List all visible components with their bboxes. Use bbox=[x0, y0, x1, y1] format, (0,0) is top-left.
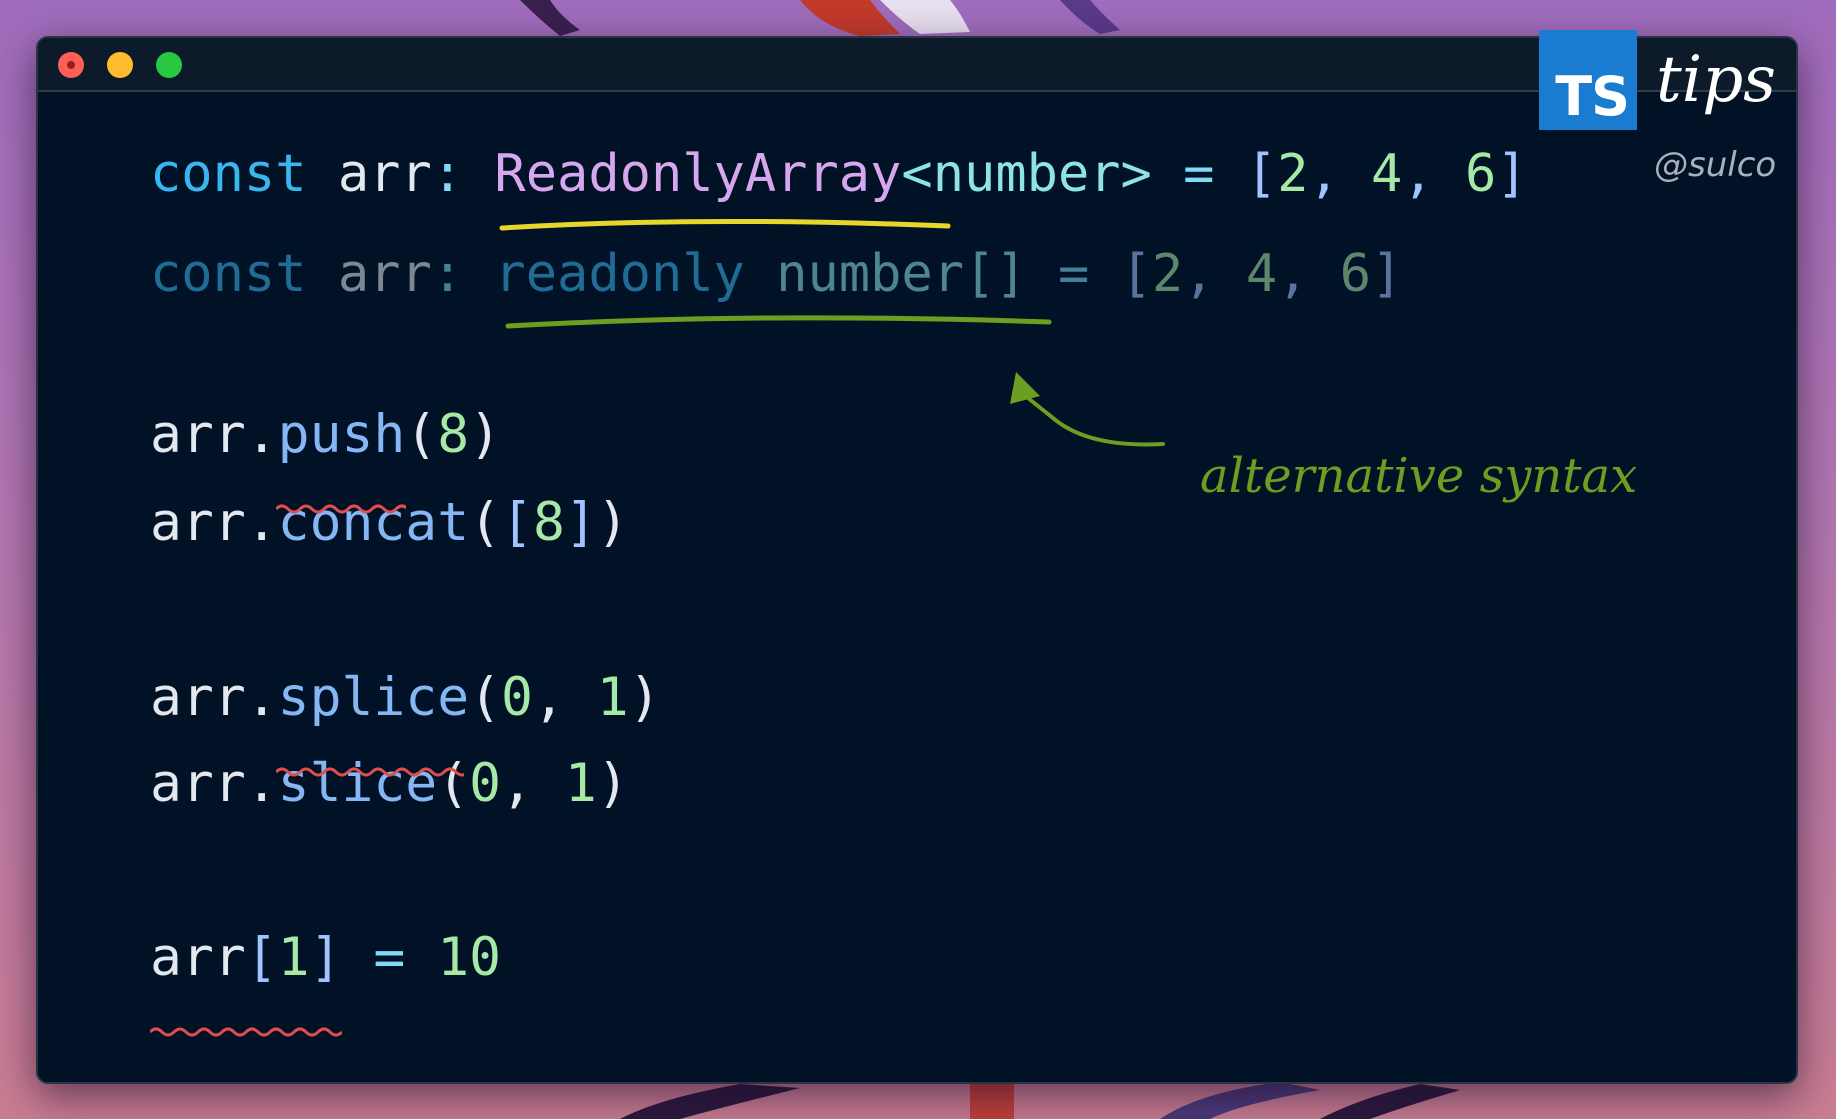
type-number-array: number[] bbox=[776, 244, 1027, 304]
number-literal: 1 bbox=[277, 927, 310, 988]
annotation-arrow bbox=[1010, 372, 1165, 447]
maximize-window-button[interactable] bbox=[156, 52, 182, 78]
colon: : bbox=[431, 244, 464, 304]
comma: , bbox=[1308, 144, 1340, 204]
comma: , bbox=[1277, 244, 1309, 304]
comma: , bbox=[1183, 244, 1215, 304]
variable-arr: arr bbox=[337, 244, 432, 304]
open-paren: ( bbox=[469, 492, 502, 553]
code-line-readonlyarray: const arr: ReadonlyArray<number> = [2, 4… bbox=[150, 148, 1528, 200]
error-squiggle-index-assign bbox=[150, 1027, 342, 1037]
ts-logo: TS bbox=[1539, 30, 1637, 130]
array-close-bracket: ] bbox=[1371, 244, 1403, 304]
close-window-button[interactable] bbox=[58, 52, 84, 78]
array-open-bracket: [ bbox=[1120, 244, 1152, 304]
equals-sign: = bbox=[1183, 144, 1215, 204]
number-literal: 2 bbox=[1151, 244, 1184, 304]
code-line-concat: arr.concat([8]) bbox=[150, 496, 629, 549]
comma: , bbox=[501, 753, 533, 814]
close-paren: ) bbox=[469, 404, 502, 465]
variable-arr: arr bbox=[150, 753, 246, 814]
open-paren: ( bbox=[405, 404, 438, 465]
method-concat: concat bbox=[277, 492, 470, 553]
underline-readonly-alt bbox=[505, 315, 1052, 329]
number-literal: 8 bbox=[532, 492, 565, 553]
method-push: push bbox=[277, 404, 406, 465]
dot: . bbox=[245, 404, 278, 465]
variable-arr: arr bbox=[337, 144, 432, 204]
colon: : bbox=[431, 144, 464, 204]
dot: . bbox=[245, 667, 278, 728]
brand-title: tips bbox=[1656, 43, 1776, 117]
code-line-index-assign: arr[1] = 10 bbox=[150, 931, 501, 984]
code-line-push: arr.push(8) bbox=[150, 408, 501, 461]
array-open-bracket: [ bbox=[501, 492, 533, 553]
number-literal: 6 bbox=[1339, 244, 1372, 304]
equals-sign: = bbox=[373, 927, 406, 988]
keyword-const: const bbox=[150, 244, 307, 304]
number-literal: 4 bbox=[1245, 244, 1278, 304]
number-literal: 2 bbox=[1277, 144, 1309, 204]
array-open-bracket: [ bbox=[1245, 144, 1278, 204]
array-close-bracket: ] bbox=[564, 492, 597, 553]
code-line-slice: arr.slice(0, 1) bbox=[150, 757, 629, 810]
code-line-readonly-alt: const arr: readonly number[] = [2, 4, 6] bbox=[150, 248, 1402, 300]
dot: . bbox=[245, 753, 278, 814]
comma: , bbox=[1402, 144, 1434, 204]
dot: . bbox=[245, 492, 278, 553]
number-literal: 0 bbox=[469, 753, 502, 814]
open-paren: ( bbox=[437, 753, 470, 814]
index-close-bracket: ] bbox=[309, 927, 342, 988]
close-paren: ) bbox=[596, 492, 629, 553]
method-slice: slice bbox=[277, 753, 438, 814]
close-paren: ) bbox=[596, 753, 629, 814]
keyword-readonly: readonly bbox=[494, 244, 745, 304]
index-open-bracket: [ bbox=[245, 927, 278, 988]
variable-arr: arr bbox=[150, 927, 246, 988]
background-plant-top bbox=[520, 0, 1120, 36]
equals-sign: = bbox=[1057, 244, 1090, 304]
number-literal: 0 bbox=[501, 667, 533, 728]
code-window: const arr: ReadonlyArray<number> = [2, 4… bbox=[36, 36, 1798, 1084]
comma: , bbox=[532, 667, 565, 728]
author-handle: @sulco bbox=[1654, 145, 1777, 185]
type-generic-number: <number> bbox=[901, 144, 1152, 204]
variable-arr: arr bbox=[150, 667, 246, 728]
number-literal: 4 bbox=[1371, 144, 1403, 204]
array-close-bracket: ] bbox=[1496, 144, 1528, 204]
number-literal: 1 bbox=[564, 753, 597, 814]
variable-arr: arr bbox=[150, 492, 246, 553]
method-splice: splice bbox=[277, 667, 470, 728]
open-paren: ( bbox=[469, 667, 502, 728]
code-line-splice: arr.splice(0, 1) bbox=[150, 671, 661, 724]
number-literal: 1 bbox=[596, 667, 629, 728]
keyword-const: const bbox=[150, 144, 307, 204]
minimize-window-button[interactable] bbox=[107, 52, 133, 78]
number-literal: 8 bbox=[437, 404, 470, 465]
background-plant-bottom bbox=[620, 1078, 1460, 1119]
close-paren: ) bbox=[628, 667, 661, 728]
underline-readonlyarray bbox=[499, 218, 951, 231]
type-readonlyarray: ReadonlyArray bbox=[494, 144, 902, 204]
window-titlebar bbox=[38, 38, 1796, 92]
annotation-alternative-syntax: alternative syntax bbox=[1200, 448, 1638, 504]
number-literal: 6 bbox=[1464, 144, 1497, 204]
variable-arr: arr bbox=[150, 404, 246, 465]
number-literal: 10 bbox=[437, 927, 502, 988]
